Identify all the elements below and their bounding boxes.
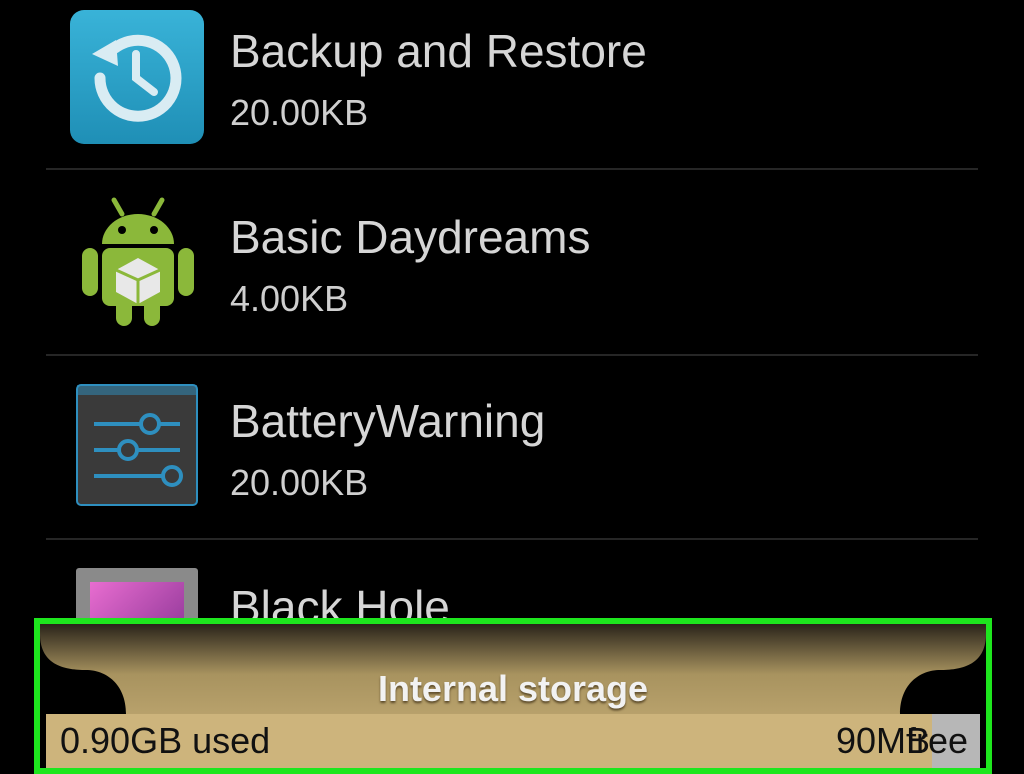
app-name: BatteryWarning bbox=[230, 395, 546, 447]
android-robot-icon bbox=[76, 194, 200, 328]
internal-storage-panel: Internal storage 0.90GB used 90MB free bbox=[34, 618, 992, 774]
settings-sliders-icon bbox=[76, 384, 198, 506]
row-divider bbox=[46, 168, 978, 170]
app-name: Backup and Restore bbox=[230, 25, 647, 77]
app-list-item-basic-daydreams[interactable]: Basic Daydreams 4.00KB bbox=[46, 172, 978, 356]
storage-title: Internal storage bbox=[377, 668, 649, 709]
storage-usage-bar: 0.90GB used 90MB free bbox=[46, 714, 980, 768]
app-size: 20.00KB bbox=[230, 462, 369, 503]
app-name: Basic Daydreams bbox=[230, 211, 591, 263]
backup-restore-icon bbox=[70, 10, 204, 144]
app-size: 4.00KB bbox=[230, 278, 349, 319]
app-size: 20.00KB bbox=[230, 92, 369, 133]
app-list-item-batterywarning[interactable]: BatteryWarning 20.00KB bbox=[46, 356, 978, 540]
free-space-label: free bbox=[905, 720, 968, 761]
used-space-label: 0.90GB used bbox=[60, 720, 271, 761]
app-list-item-backup-restore[interactable]: Backup and Restore 20.00KB bbox=[46, 0, 978, 184]
